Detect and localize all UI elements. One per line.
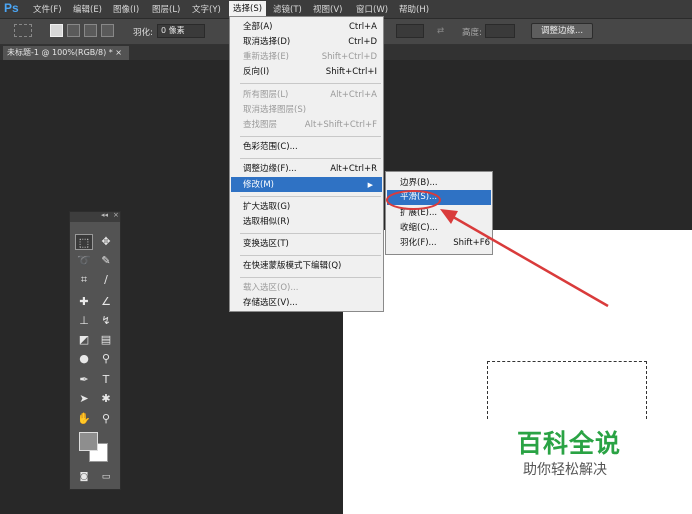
annotation-arrow-icon xyxy=(440,209,609,308)
